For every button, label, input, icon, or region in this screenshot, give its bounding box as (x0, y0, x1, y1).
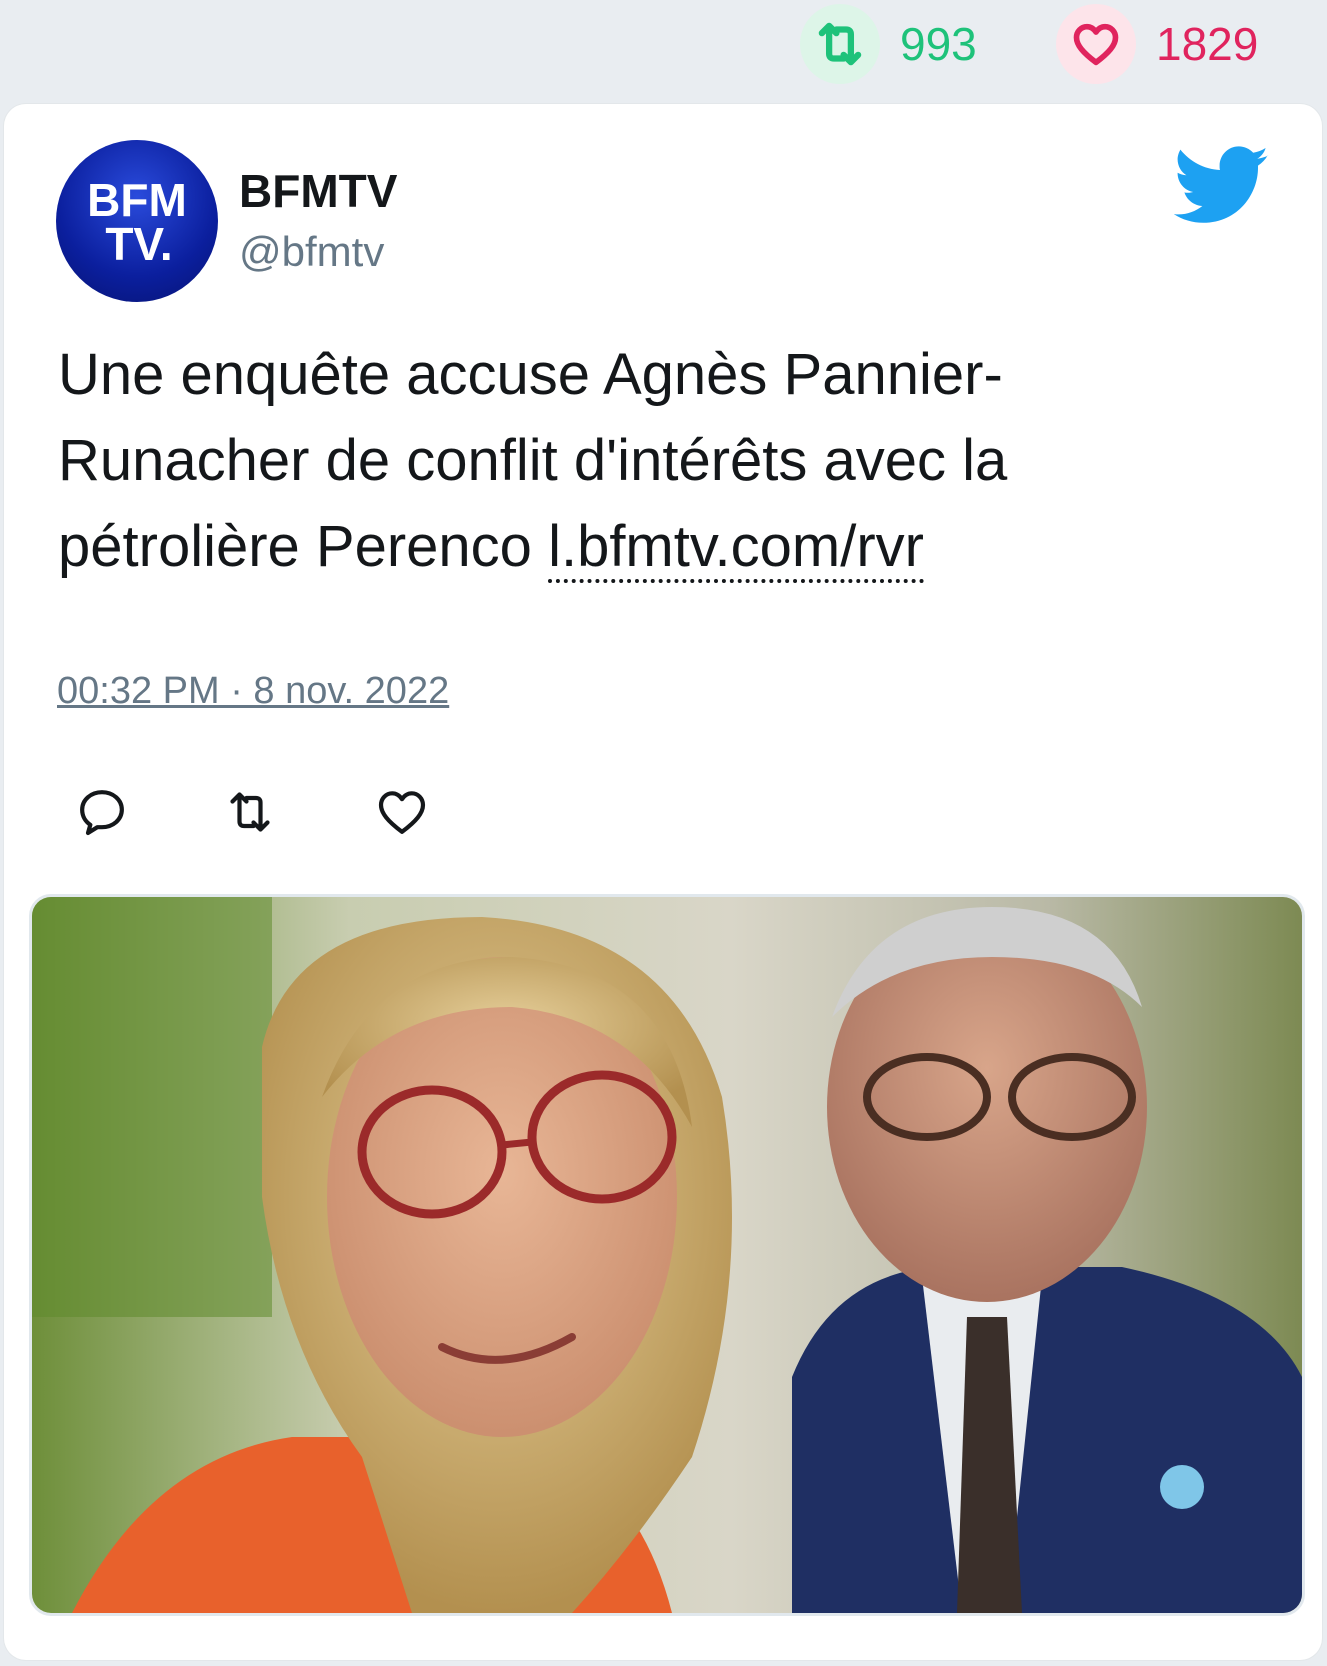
retweet-count: 993 (900, 18, 977, 70)
news-photo (32, 897, 1302, 1613)
avatar[interactable]: BFM TV. (56, 140, 218, 302)
like-button-heart-icon[interactable] (374, 784, 430, 840)
like-count: 1829 (1156, 18, 1259, 70)
retweet-stat[interactable]: 993 (800, 4, 977, 84)
tweet-card: BFM TV. BFMTV @bfmtv Une enquête accuse … (4, 104, 1322, 1660)
tweet-stats-bar: 993 1829 (0, 0, 1327, 92)
author-name[interactable]: BFMTV (239, 164, 397, 218)
tweet-link[interactable]: l.bfmtv.com/rvr (548, 514, 924, 583)
tweet-text: Une enquête accuse Agnès Pannier-Runache… (58, 332, 1238, 590)
retweet-stat-icon-circle (800, 4, 880, 84)
bfmtv-logo: BFM TV. (87, 174, 187, 270)
tweet-media-image[interactable] (29, 894, 1305, 1616)
like-stat-icon-circle (1056, 4, 1136, 84)
heart-icon (1073, 23, 1119, 66)
avatar-text-line2: TV. (105, 218, 172, 270)
reply-icon[interactable] (74, 784, 130, 840)
tweet-timestamp[interactable]: 00:32 PM · 8 nov. 2022 (57, 670, 449, 713)
twitter-bird-icon[interactable] (1174, 146, 1270, 226)
author-handle[interactable]: @bfmtv (239, 228, 384, 276)
retweet-button-icon[interactable] (222, 784, 278, 840)
retweet-icon (818, 22, 862, 66)
like-stat[interactable]: 1829 (1056, 4, 1258, 84)
